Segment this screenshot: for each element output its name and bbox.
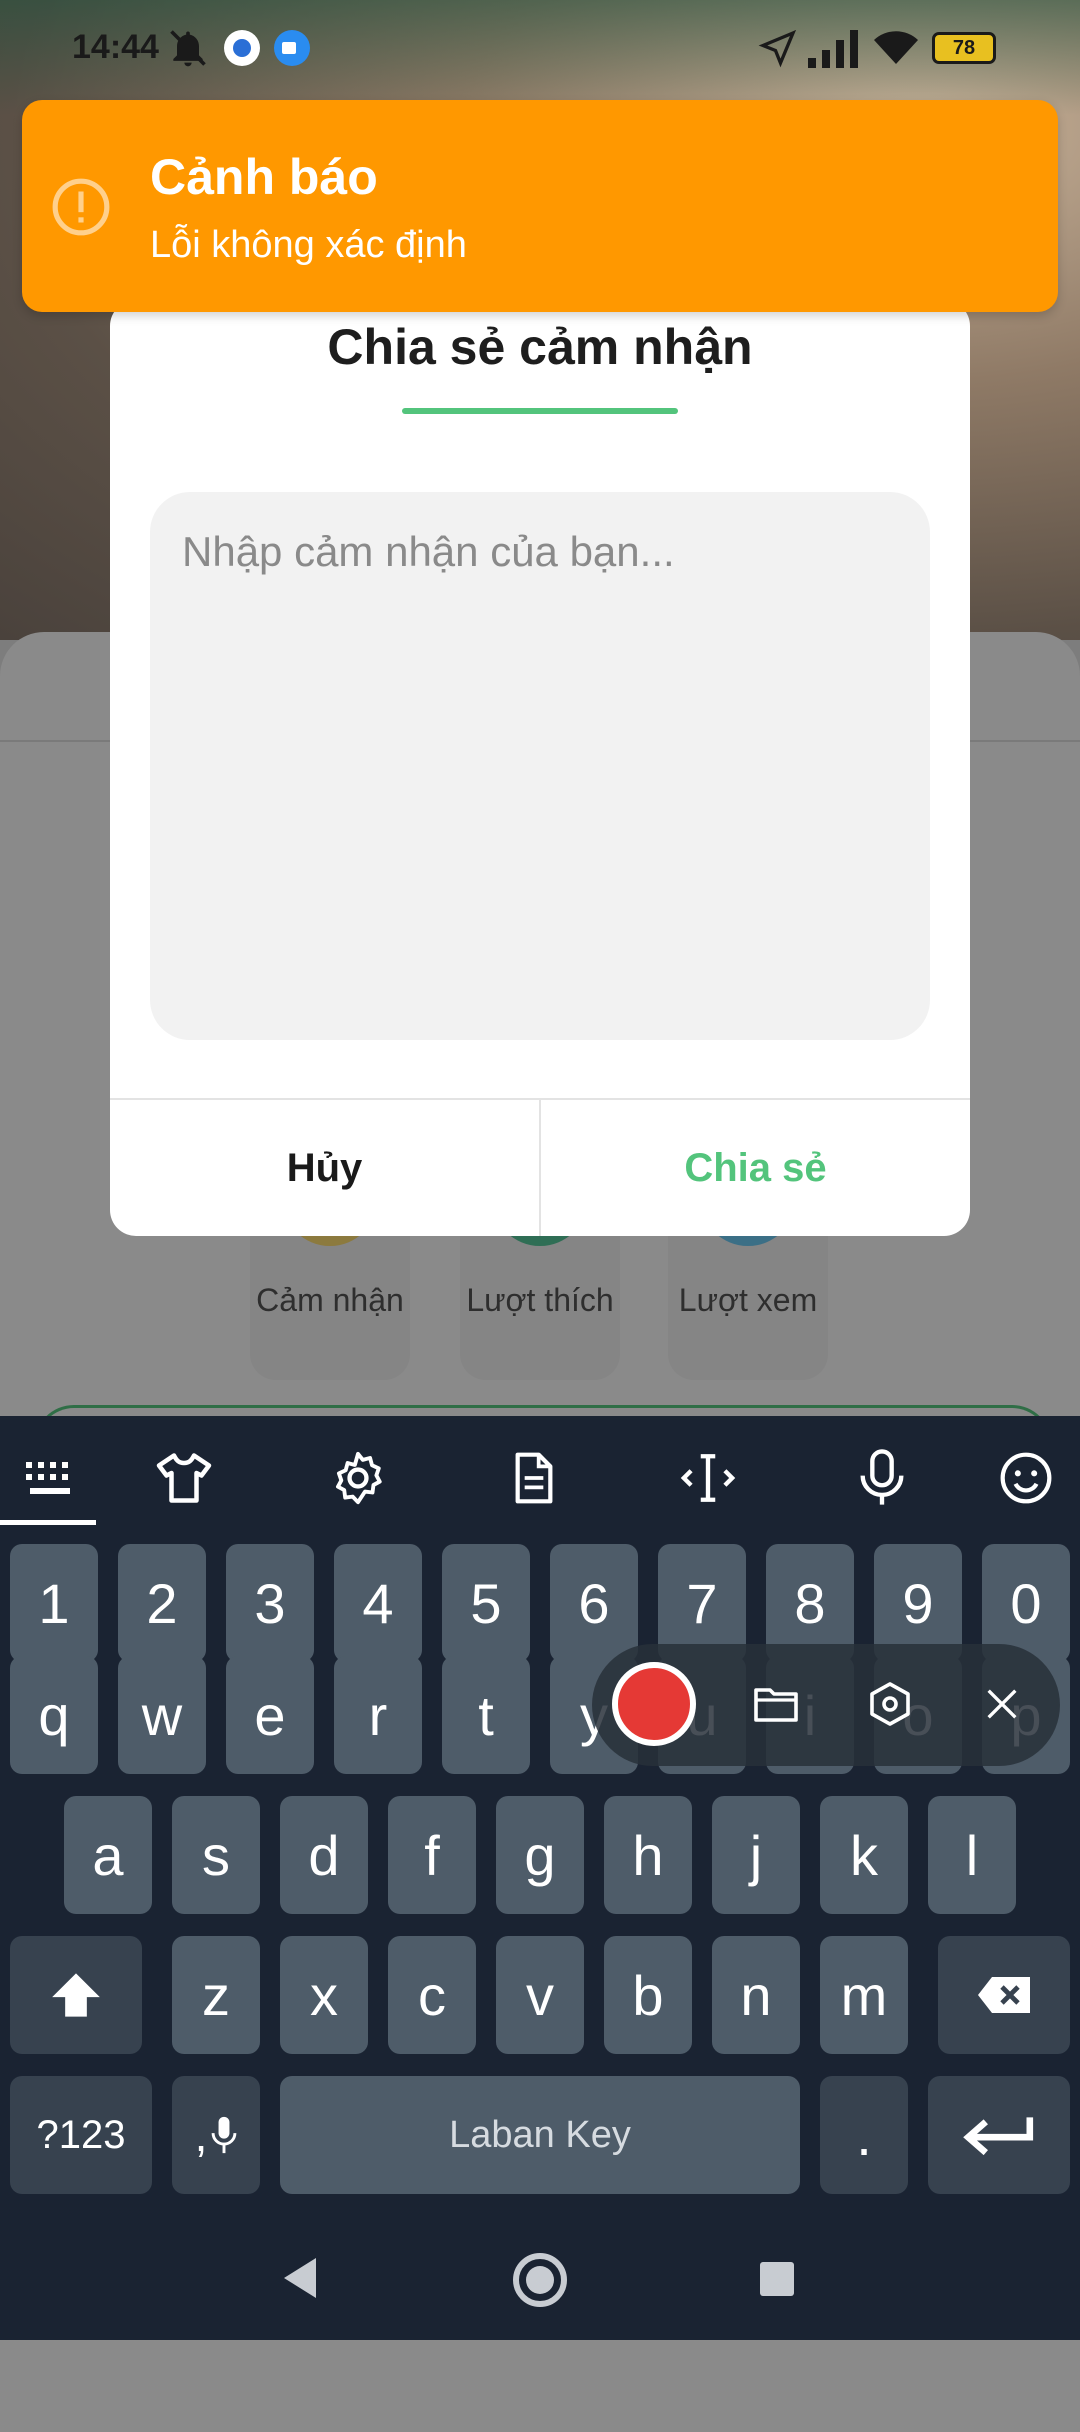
key-b[interactable]: b <box>604 1936 692 2054</box>
cursor-icon[interactable] <box>676 1446 740 1510</box>
key-m[interactable]: m <box>820 1936 908 2054</box>
key-e[interactable]: e <box>226 1656 314 1774</box>
cancel-button[interactable]: Hủy <box>110 1100 539 1236</box>
status-time: 14:44 <box>72 28 159 66</box>
close-icon[interactable] <box>982 1684 1022 1724</box>
key-2[interactable]: 2 <box>118 1544 206 1662</box>
emoji-icon[interactable] <box>994 1446 1058 1510</box>
microphone-icon[interactable] <box>850 1446 914 1510</box>
key-h[interactable]: h <box>604 1796 692 1914</box>
key-x[interactable]: x <box>280 1936 368 2054</box>
location-arrow-icon <box>758 29 797 68</box>
key-3[interactable]: 3 <box>226 1544 314 1662</box>
feedback-input[interactable] <box>150 492 930 1040</box>
key-n[interactable]: n <box>712 1936 800 2054</box>
period-key[interactable]: . <box>820 2076 908 2194</box>
stat-label-likes: Lượt thích <box>466 1282 614 1318</box>
key-v[interactable]: v <box>496 1936 584 2054</box>
home-icon[interactable] <box>512 2252 568 2308</box>
warning-toast[interactable]: Cảnh báo Lỗi không xác định <box>22 100 1058 312</box>
toast-title: Cảnh báo <box>150 149 378 205</box>
status-bar: 14:44 78 <box>0 0 1080 96</box>
video-call-icon <box>274 30 310 66</box>
wifi-icon <box>874 31 918 64</box>
key-4[interactable]: 4 <box>334 1544 422 1662</box>
battery-level: 78 <box>952 37 976 59</box>
share-feedback-dialog: Chia sẻ cảm nhận Hủy Chia sẻ <box>110 300 970 1236</box>
key-d[interactable]: d <box>280 1796 368 1914</box>
key-q[interactable]: q <box>10 1656 98 1774</box>
bell-off-icon <box>170 30 206 67</box>
key-z[interactable]: z <box>172 1936 260 2054</box>
record-button[interactable] <box>612 1662 696 1746</box>
key-l[interactable]: l <box>928 1796 1016 1914</box>
comma-key[interactable]: , <box>172 2076 260 2194</box>
shift-icon <box>52 1973 100 2017</box>
battery-icon: 78 <box>932 32 996 64</box>
key-5[interactable]: 5 <box>442 1544 530 1662</box>
dialog-title: Chia sẻ cảm nhận <box>327 319 753 375</box>
backspace-key[interactable] <box>938 1936 1070 2054</box>
key-r[interactable]: r <box>334 1656 422 1774</box>
key-j[interactable]: j <box>712 1796 800 1914</box>
title-underline <box>402 408 678 414</box>
signal-icon <box>808 30 858 68</box>
warning-icon <box>52 178 110 236</box>
key-t[interactable]: t <box>442 1656 530 1774</box>
toast-message: Lỗi không xác định <box>150 224 467 266</box>
key-f[interactable]: f <box>388 1796 476 1914</box>
key-g[interactable]: g <box>496 1796 584 1914</box>
space-key[interactable]: Laban Key <box>280 2076 800 2194</box>
comma-label: , <box>194 2109 208 2161</box>
enter-key[interactable] <box>928 2076 1070 2194</box>
document-icon[interactable] <box>502 1446 566 1510</box>
key-s[interactable]: s <box>172 1796 260 1914</box>
shirt-icon[interactable] <box>152 1446 216 1510</box>
share-button[interactable]: Chia sẻ <box>541 1100 970 1236</box>
mic-small-icon <box>212 2116 237 2154</box>
settings-hex-icon[interactable] <box>866 1680 914 1728</box>
key-6[interactable]: 6 <box>550 1544 638 1662</box>
enter-icon <box>963 2117 1034 2156</box>
stat-label-impressions: Cảm nhận <box>256 1282 404 1318</box>
key-1[interactable]: 1 <box>10 1544 98 1662</box>
keyboard-icon[interactable] <box>18 1446 82 1510</box>
symbols-key[interactable]: ?123 <box>10 2076 152 2194</box>
key-w[interactable]: w <box>118 1656 206 1774</box>
settings-notification-icon <box>224 30 260 66</box>
backspace-icon <box>978 1977 1030 2013</box>
shift-key[interactable] <box>10 1936 142 2054</box>
key-c[interactable]: c <box>388 1936 476 2054</box>
recents-icon[interactable] <box>760 2262 794 2296</box>
key-a[interactable]: a <box>64 1796 152 1914</box>
gear-icon[interactable] <box>326 1446 390 1510</box>
stat-label-views: Lượt xem <box>678 1282 818 1318</box>
folder-icon[interactable] <box>752 1680 800 1728</box>
key-k[interactable]: k <box>820 1796 908 1914</box>
toolbar-active-indicator <box>0 1520 96 1525</box>
back-icon[interactable] <box>280 2256 320 2300</box>
